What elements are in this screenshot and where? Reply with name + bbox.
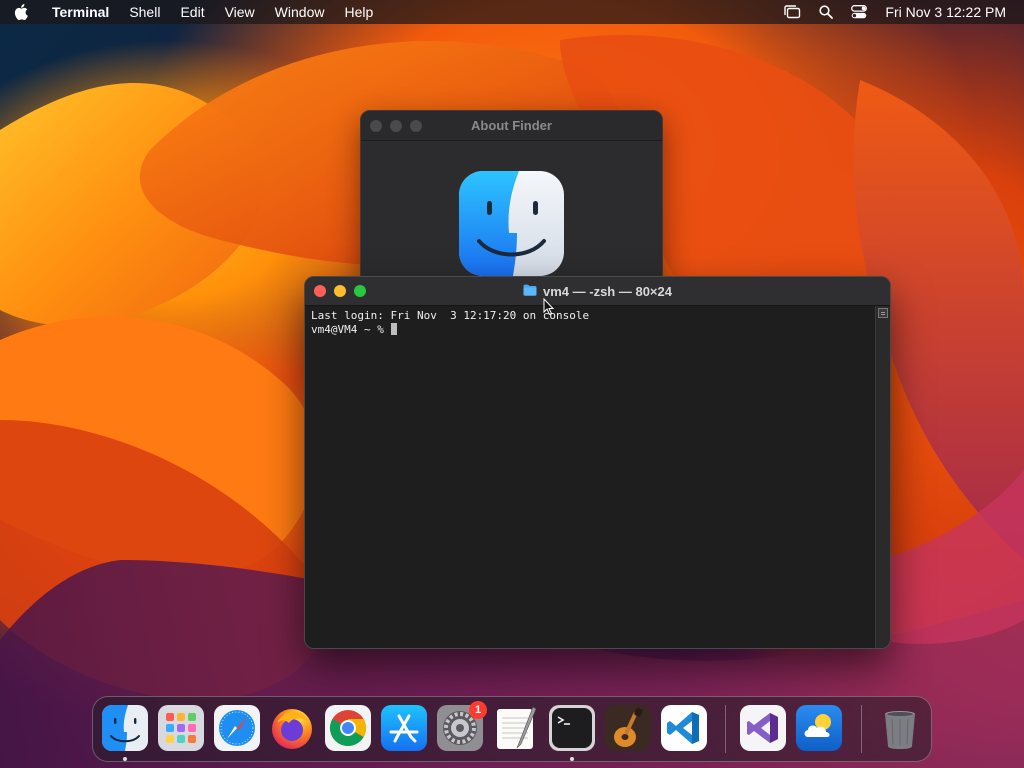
menu-edit[interactable]: Edit [180, 4, 204, 20]
terminal-scrollbar[interactable] [875, 306, 890, 648]
notification-badge: 1 [469, 701, 487, 719]
dock-vscode-icon[interactable] [661, 705, 707, 751]
dock-launchpad-icon[interactable] [158, 705, 204, 751]
spotlight-search-icon[interactable] [819, 5, 834, 19]
terminal-title-text: vm4 — -zsh — 80×24 [543, 283, 672, 299]
dock-safari-icon[interactable] [214, 705, 260, 751]
menu-bar-clock[interactable]: Fri Nov 3 12:22 PM [885, 4, 1006, 20]
menu-window[interactable]: Window [275, 4, 325, 20]
finder-icon [459, 171, 564, 276]
dock-weather-icon[interactable] [796, 705, 842, 751]
text-cursor [391, 323, 398, 335]
dock-visual-studio-icon[interactable] [740, 705, 786, 751]
dock-firefox-icon[interactable] [269, 705, 315, 751]
stage-manager-icon[interactable] [783, 5, 801, 19]
menu-view[interactable]: View [225, 4, 255, 20]
close-button[interactable] [370, 120, 382, 132]
terminal-prompt: vm4@VM4 ~ % [311, 323, 391, 336]
terminal-title: vm4 — -zsh — 80×24 [523, 284, 672, 299]
zoom-button[interactable] [410, 120, 422, 132]
dock-finder-icon[interactable] [102, 705, 148, 751]
menu-bar: Terminal Shell Edit View Window Help Fri… [0, 0, 1024, 24]
dock-separator [861, 705, 862, 753]
dock-chrome-icon[interactable] [325, 705, 371, 751]
close-button[interactable] [314, 285, 326, 297]
dock-trash-icon[interactable] [877, 705, 923, 751]
menu-app-name[interactable]: Terminal [52, 4, 109, 20]
terminal-line: Last login: Fri Nov 3 12:17:20 on consol… [311, 309, 590, 322]
running-indicator [123, 757, 127, 761]
about-finder-titlebar[interactable]: About Finder [361, 111, 662, 141]
dock: 1 [92, 696, 932, 762]
mouse-pointer-icon [543, 297, 555, 316]
menu-shell[interactable]: Shell [129, 4, 160, 20]
folder-icon [523, 284, 537, 299]
dock-terminal-icon[interactable] [549, 705, 595, 751]
split-pane-icon[interactable] [878, 308, 888, 318]
terminal-prompt-line[interactable]: vm4@VM4 ~ % [311, 323, 869, 337]
terminal-output[interactable]: Last login: Fri Nov 3 12:17:20 on consol… [305, 306, 875, 648]
terminal-window-controls [314, 285, 366, 297]
dock-separator [725, 705, 726, 753]
about-finder-window: About Finder [360, 110, 663, 290]
about-finder-window-controls [370, 120, 422, 132]
apple-icon[interactable] [14, 4, 34, 20]
terminal-window: vm4 — -zsh — 80×24 Last login: Fri Nov 3… [304, 276, 891, 649]
zoom-button[interactable] [354, 285, 366, 297]
minimize-button[interactable] [390, 120, 402, 132]
dock-system-settings-icon[interactable]: 1 [437, 701, 487, 751]
running-indicator [570, 757, 574, 761]
menu-help[interactable]: Help [344, 4, 373, 20]
menu-bar-extras: Fri Nov 3 12:22 PM [765, 0, 1006, 24]
minimize-button[interactable] [334, 285, 346, 297]
control-center-icon[interactable] [851, 5, 868, 19]
terminal-titlebar[interactable]: vm4 — -zsh — 80×24 [305, 277, 890, 306]
dock-textedit-icon[interactable] [493, 705, 539, 751]
dock-app-store-icon[interactable] [381, 705, 427, 751]
dock-garageband-icon[interactable] [605, 705, 651, 751]
